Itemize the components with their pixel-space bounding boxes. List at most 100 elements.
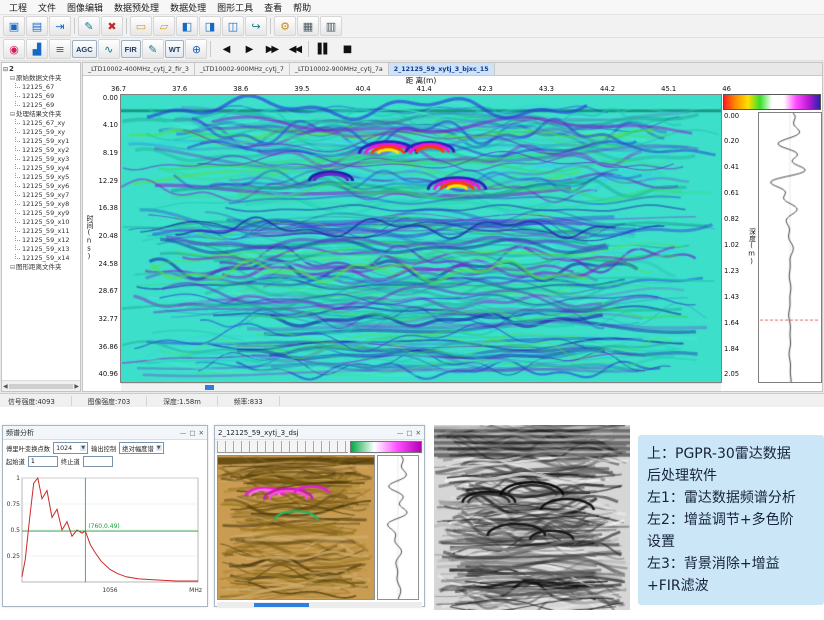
expander-icon[interactable]: ⊟: [10, 111, 15, 118]
filtered-radargram-image: [434, 425, 630, 610]
folder-open-icon[interactable]: ▱: [153, 16, 175, 36]
histogram-icon[interactable]: ▟: [26, 39, 48, 59]
menu-item-6[interactable]: 查看: [259, 1, 287, 14]
pause-button[interactable]: ▌▌: [312, 39, 334, 59]
radargram-scroll-thumb[interactable]: [205, 385, 214, 390]
start-trace-input[interactable]: [28, 456, 58, 467]
minimize-icon[interactable]: —: [180, 429, 187, 437]
menu-item-2[interactable]: 图像编辑: [62, 1, 108, 14]
tree-item[interactable]: 12125_59_x11: [3, 227, 79, 236]
print-preview-icon[interactable]: ▥: [320, 16, 342, 36]
y-axis-right-label: 深度(m): [746, 112, 758, 383]
play-button[interactable]: ▶: [237, 39, 259, 59]
stop-button[interactable]: ■: [335, 39, 357, 59]
tab-1[interactable]: _LTD10002-900MHz_cytj_7: [195, 63, 290, 75]
tree-item[interactable]: 12125_59_xy6: [3, 182, 79, 191]
rewind-button[interactable]: ◀◀: [283, 39, 305, 59]
expander-icon[interactable]: ⊟: [10, 264, 15, 271]
tree-scroll-thumb[interactable]: [9, 384, 74, 389]
scroll-right-icon[interactable]: ▶: [74, 383, 79, 390]
gain-scrollbar[interactable]: [217, 602, 422, 608]
table-icon[interactable]: ≡: [49, 39, 71, 59]
radargram-scrollbar[interactable]: [121, 383, 721, 391]
tree-item[interactable]: 12125_59_xy3: [3, 155, 79, 164]
tree-item[interactable]: 12125_59_xy5: [3, 173, 79, 182]
open-project-icon[interactable]: ▤: [26, 16, 48, 36]
tree-item[interactable]: 12125_59_x14: [3, 254, 79, 263]
edit-file-icon[interactable]: ✎: [78, 16, 100, 36]
menu-item-1[interactable]: 文件: [33, 1, 61, 14]
tree-item[interactable]: 12125_69: [3, 92, 79, 101]
crosshair-icon[interactable]: ⊕: [185, 39, 207, 59]
y-tick-right: 0.82: [724, 215, 746, 223]
x-tick: 41.4: [417, 85, 432, 93]
end-trace-input[interactable]: [83, 456, 113, 467]
expander-icon[interactable]: ⊟: [3, 66, 8, 73]
wt-button[interactable]: WT: [165, 40, 185, 58]
tree-item[interactable]: 12125_59_xy2: [3, 146, 79, 155]
tree-item[interactable]: 12125_59_xy4: [3, 164, 79, 173]
annotation-line: 左1：雷达数据频谱分析: [647, 487, 815, 509]
expander-icon[interactable]: ⊟: [10, 75, 15, 82]
tree-root[interactable]: ⊟2: [3, 65, 79, 74]
gain-scroll-thumb[interactable]: [254, 603, 309, 607]
menu-item-3[interactable]: 数据预处理: [109, 1, 164, 14]
fir-button[interactable]: FIR: [121, 40, 141, 58]
tree-item[interactable]: 12125_59_x12: [3, 236, 79, 245]
spectrum-controls: 傅里叶变换点数 1024▼ 输出控制 绝对幅度谱▼ 起始道 终止道: [3, 440, 207, 471]
fft-points-select[interactable]: 1024▼: [53, 442, 88, 454]
step-back-button[interactable]: ◀: [214, 39, 236, 59]
fast-forward-button[interactable]: ▶▶: [260, 39, 282, 59]
save-all-icon[interactable]: ◫: [222, 16, 244, 36]
save-as-icon[interactable]: ◨: [199, 16, 221, 36]
menu-item-7[interactable]: 帮助: [288, 1, 316, 14]
tree-item[interactable]: 12125_59_xy1: [3, 137, 79, 146]
scroll-left-icon[interactable]: ◀: [3, 383, 8, 390]
gain-curve-icon[interactable]: ∿: [98, 39, 120, 59]
tree-hscrollbar[interactable]: ◀ ▶: [2, 380, 80, 391]
tree-item[interactable]: 12125_69: [3, 101, 79, 110]
tree-folder-0[interactable]: ⊟原始数据文件夹: [3, 74, 79, 83]
close-icon[interactable]: ✕: [416, 429, 421, 437]
tree-item[interactable]: 12125_67: [3, 83, 79, 92]
tab-0[interactable]: _LTD10002-400MHz_cytj_2_fir_3: [83, 63, 195, 75]
minimize-icon[interactable]: —: [397, 429, 404, 437]
close-project-icon[interactable]: ⇥: [49, 16, 71, 36]
tree-root-label: 2: [9, 65, 14, 73]
tree-folder-2[interactable]: ⊟图形距离文件夹: [3, 263, 79, 272]
menu-item-0[interactable]: 工程: [4, 1, 32, 14]
y-axis-right-ticks: 0.000.200.410.610.821.021.231.431.641.84…: [722, 112, 746, 383]
menu-item-5[interactable]: 图形工具: [212, 1, 258, 14]
tree-item[interactable]: 12125_59_xy9: [3, 209, 79, 218]
tree-item[interactable]: 12125_59_xy7: [3, 191, 79, 200]
tree-item[interactable]: 12125_59_xy: [3, 128, 79, 137]
tree-item[interactable]: 12125_59_x10: [3, 218, 79, 227]
new-project-icon[interactable]: ▣: [3, 16, 25, 36]
main-window: 工程文件图像编辑数据预处理数据处理图形工具查看帮助 ▣▤⇥✎✖▭▱◧◨◫↪⚙▦▥…: [0, 0, 824, 406]
tree-item[interactable]: 12125_67_xy: [3, 119, 79, 128]
trace-waveform-canvas: [758, 112, 822, 383]
agc-button[interactable]: AGC: [72, 40, 97, 58]
close-icon[interactable]: ✕: [199, 429, 204, 437]
tree-item[interactable]: 12125_59_x13: [3, 245, 79, 254]
gain-radargram-canvas[interactable]: [217, 455, 375, 600]
y-tick-right: 1.43: [724, 293, 746, 301]
maximize-icon[interactable]: □: [406, 429, 412, 437]
menu-item-4[interactable]: 数据处理: [165, 1, 211, 14]
status-item: 深度:1.58m: [163, 396, 218, 406]
folder-icon[interactable]: ▭: [130, 16, 152, 36]
print-icon[interactable]: ▦: [297, 16, 319, 36]
color-wheel-icon[interactable]: ◉: [3, 39, 25, 59]
radargram-canvas[interactable]: [120, 94, 722, 383]
tab-3[interactable]: 2_12125_59_xytj_3_bjxc_15: [389, 63, 495, 75]
settings-icon[interactable]: ⚙: [274, 16, 296, 36]
tree-item[interactable]: 12125_59_xy8: [3, 200, 79, 209]
maximize-icon[interactable]: □: [189, 429, 195, 437]
tree-folder-1[interactable]: ⊟处理结果文件夹: [3, 110, 79, 119]
delete-file-icon[interactable]: ✖: [101, 16, 123, 36]
tab-2[interactable]: _LTD10002-900MHz_cytj_7a: [290, 63, 389, 75]
output-control-select[interactable]: 绝对幅度谱▼: [119, 442, 163, 454]
save-icon[interactable]: ◧: [176, 16, 198, 36]
export-icon[interactable]: ↪: [245, 16, 267, 36]
wavelet-pencil-icon[interactable]: ✎: [142, 39, 164, 59]
